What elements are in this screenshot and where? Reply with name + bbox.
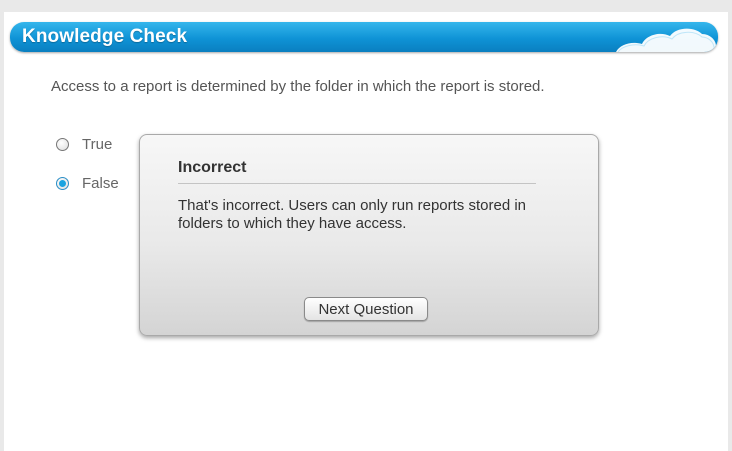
next-question-button[interactable]: Next Question bbox=[304, 297, 428, 321]
feedback-title: Incorrect bbox=[178, 159, 247, 176]
title-bar: Knowledge Check bbox=[10, 22, 718, 52]
question-text: Access to a report is determined by the … bbox=[51, 78, 545, 95]
option-false[interactable]: False bbox=[56, 175, 119, 192]
radio-false[interactable] bbox=[56, 177, 69, 190]
feedback-message: That's incorrect. Users can only run rep… bbox=[178, 197, 527, 232]
content-frame: Knowledge Check Access to a report is de… bbox=[4, 12, 728, 451]
feedback-divider bbox=[178, 183, 536, 184]
option-true-label: True bbox=[82, 136, 113, 153]
page-title: Knowledge Check bbox=[22, 26, 188, 47]
option-true[interactable]: True bbox=[56, 136, 112, 153]
feedback-dialog: Incorrect That's incorrect. Users can on… bbox=[139, 134, 599, 336]
cloud-icon bbox=[616, 28, 716, 52]
option-false-label: False bbox=[82, 175, 119, 192]
radio-true[interactable] bbox=[56, 138, 69, 151]
